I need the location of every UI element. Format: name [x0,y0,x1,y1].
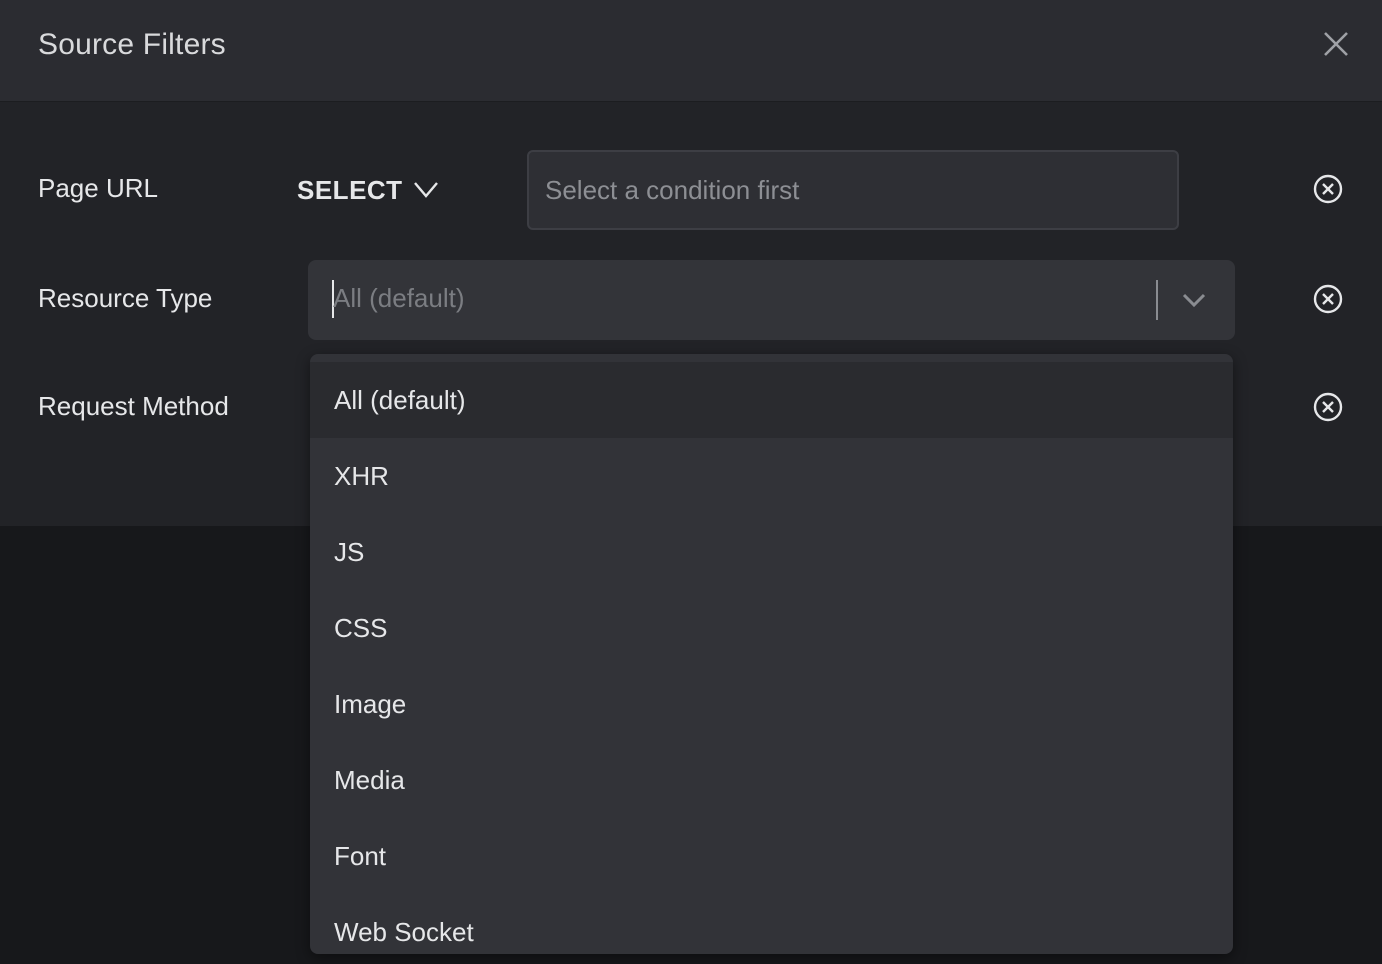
option-css[interactable]: CSS [310,590,1233,666]
option-font[interactable]: Font [310,818,1233,894]
remove-resource-type-button[interactable] [1312,283,1344,315]
resource-type-label: Resource Type [38,283,213,313]
chevron-down-icon [413,182,438,198]
remove-circle-icon [1313,392,1343,422]
request-method-label: Request Method [38,391,229,421]
option-media[interactable]: Media [310,742,1233,818]
condition-select-label: SELECT [297,174,403,205]
option-xhr[interactable]: XHR [310,438,1233,514]
dialog-header: Source Filters [0,0,1382,102]
page-url-label: Page URL [38,173,158,203]
option-web-socket[interactable]: Web Socket [310,894,1233,954]
indicator-separator [1156,280,1158,320]
remove-request-method-button[interactable] [1312,391,1344,423]
option-js[interactable]: JS [310,514,1233,590]
chevron-down-icon[interactable] [1180,288,1208,312]
resource-type-select[interactable]: All (default) [308,260,1235,340]
remove-page-url-button[interactable] [1312,173,1344,205]
condition-select-button[interactable]: SELECT [297,172,439,208]
remove-circle-icon [1313,174,1343,204]
option-all-default[interactable]: All (default) [310,362,1233,438]
resource-type-placeholder: All (default) [333,283,465,313]
close-button[interactable] [1318,28,1354,64]
option-image[interactable]: Image [310,666,1233,742]
page-url-value-input[interactable] [527,150,1179,230]
close-icon [1324,32,1348,56]
remove-circle-icon [1313,284,1343,314]
dialog-title: Source Filters [38,28,226,61]
resource-type-options-menu: All (default) XHR JS CSS Image Media Fon… [310,354,1233,954]
